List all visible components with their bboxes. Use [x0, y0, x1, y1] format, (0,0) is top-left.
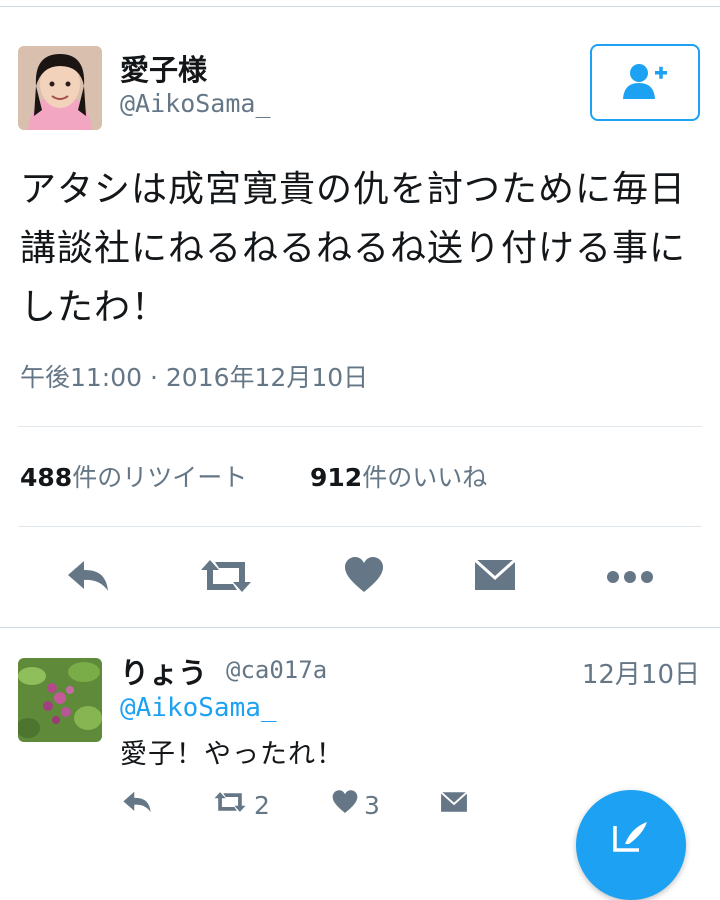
- heart-icon: [332, 790, 358, 820]
- reply-text: 愛子！やったれ！: [120, 739, 344, 770]
- like-count: 912: [310, 463, 363, 492]
- stats-top-divider: [18, 426, 702, 427]
- reply-author-handle[interactable]: @ca017a: [226, 656, 327, 684]
- compose-icon: [611, 820, 651, 858]
- retweet-count: 488: [20, 463, 73, 492]
- follow-button[interactable]: [590, 44, 700, 121]
- reply-message-button[interactable]: [440, 790, 468, 819]
- retweet-label: 件のリツイート: [72, 463, 248, 492]
- reply-mention-link[interactable]: @AikoSama_: [120, 693, 277, 723]
- add-user-icon: [622, 62, 668, 104]
- reply-button[interactable]: [58, 556, 118, 600]
- reply-like-count: 3: [364, 790, 380, 820]
- like-stats[interactable]: 912件のいいね: [310, 458, 487, 494]
- reply-retweet-button[interactable]: 2: [212, 790, 270, 820]
- reply-author-avatar[interactable]: [18, 658, 102, 742]
- author-name[interactable]: 愛子様: [120, 47, 207, 89]
- retweet-icon: [197, 558, 255, 598]
- top-divider: [0, 6, 720, 7]
- compose-button[interactable]: [576, 790, 686, 900]
- reply-date: 12月10日: [581, 660, 700, 690]
- heart-icon: [344, 557, 384, 597]
- stats-bottom-divider: [18, 526, 702, 527]
- like-label: 件のいいね: [362, 463, 488, 492]
- like-button[interactable]: [336, 554, 392, 600]
- reply-divider: [0, 627, 720, 628]
- envelope-icon: [473, 558, 517, 596]
- more-icon: [606, 569, 654, 588]
- reply-icon: [66, 559, 110, 597]
- message-button[interactable]: [468, 554, 522, 600]
- reply-icon: [122, 790, 152, 820]
- retweet-stats[interactable]: 488件のリツイート: [20, 458, 247, 494]
- tweet-text: アタシは成宮寛貴の仇を討つために毎日講談社にねるねるねるね送り付ける事にしたわ！: [20, 169, 687, 328]
- reply-retweet-count: 2: [254, 790, 270, 820]
- retweet-icon: [212, 790, 248, 820]
- reply-author-name[interactable]: りょう: [120, 650, 207, 692]
- envelope-icon: [440, 790, 468, 819]
- retweet-button[interactable]: [194, 556, 258, 600]
- reply-reply-button[interactable]: [122, 790, 152, 820]
- more-button[interactable]: [602, 556, 658, 600]
- reply-like-button[interactable]: 3: [332, 790, 380, 820]
- tweet-timestamp: 午後11:00 · 2016年12月10日: [20, 363, 369, 392]
- author-avatar[interactable]: [18, 46, 102, 130]
- author-handle[interactable]: @AikoSama_: [120, 89, 271, 118]
